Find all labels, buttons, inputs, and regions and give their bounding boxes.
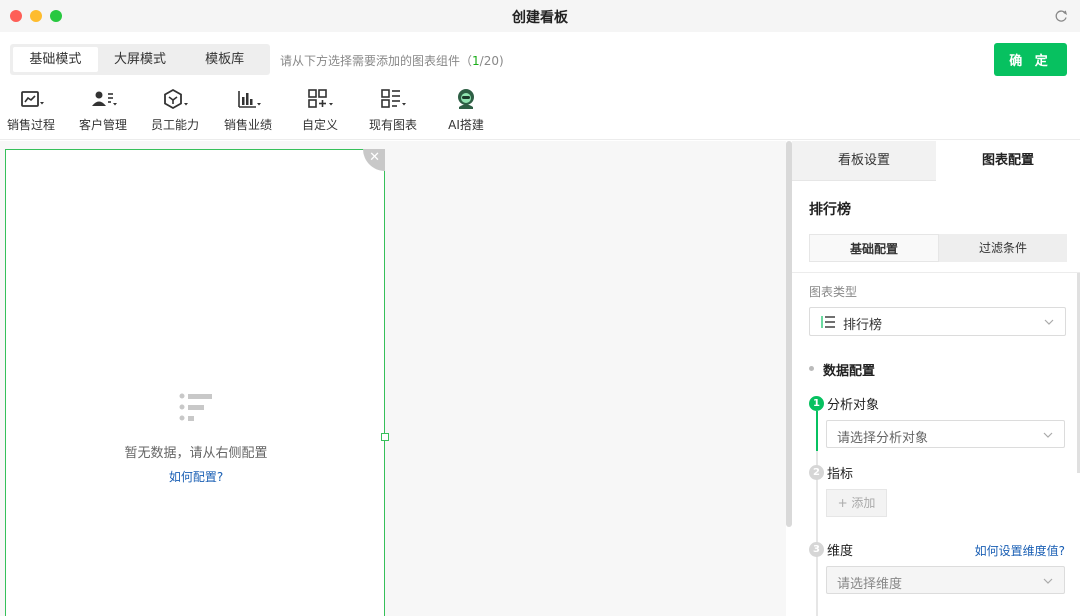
metric-label: 指标 xyxy=(827,467,854,482)
line-chart-icon xyxy=(21,91,44,107)
tab-board-settings[interactable]: 看板设置 xyxy=(792,141,936,181)
analysis-object-select[interactable]: 请选择分析对象 xyxy=(826,420,1065,448)
tool-existing-charts[interactable]: 现有图表 xyxy=(369,88,417,133)
config-subtabs: 基础配置 过滤条件 xyxy=(809,234,1067,262)
user-list-icon xyxy=(92,91,117,106)
chart-type-value: 排行榜 xyxy=(843,318,883,333)
tool-label: AI搭建 xyxy=(448,118,484,132)
steps-track-active xyxy=(816,411,818,451)
chart-title: 排行榜 xyxy=(809,202,851,218)
component-toolbar: 销售过程 客户管理 员工能力 销售业绩 自定义 现有图表 AI搭建 xyxy=(0,84,1080,140)
tab-template-library[interactable]: 模板库 xyxy=(182,47,267,72)
hint-suffix: /20) xyxy=(479,54,504,68)
subtab-filter-conditions[interactable]: 过滤条件 xyxy=(939,234,1067,262)
analysis-object-placeholder: 请选择分析对象 xyxy=(837,431,929,446)
title-bar: 创建看板 xyxy=(0,0,1080,32)
tab-basic-mode[interactable]: 基础模式 xyxy=(13,47,98,72)
tool-label: 员工能力 xyxy=(151,118,200,132)
tool-custom[interactable]: 自定义 xyxy=(298,88,342,133)
tool-label: 销售业绩 xyxy=(224,118,273,132)
tool-sales-performance[interactable]: 销售业绩 xyxy=(224,88,272,133)
window-title: 创建看板 xyxy=(512,10,568,26)
tool-label: 自定义 xyxy=(301,118,338,132)
close-widget-button[interactable]: ✕ xyxy=(363,149,385,171)
component-limit-hint: 请从下方选择需要添加的图表组件（1/20) xyxy=(280,52,504,69)
dimension-select[interactable]: 请选择维度 xyxy=(826,566,1065,594)
ranking-chart-widget[interactable]: ✕ 暂无数据，请从右侧配置 如何配置? xyxy=(5,149,389,616)
resize-handle[interactable] xyxy=(381,433,389,441)
analysis-object-label: 分析对象 xyxy=(827,398,880,413)
step-2-badge: 2 xyxy=(809,465,824,480)
dimension-placeholder: 请选择维度 xyxy=(837,577,903,592)
empty-data-icon xyxy=(179,393,212,421)
config-panel: 看板设置 图表配置 排行榜 基础配置 过滤条件 图表类型 排行榜 数据配置 1 … xyxy=(792,141,1080,616)
tab-big-screen-mode[interactable]: 大屏模式 xyxy=(98,47,183,72)
subtab-basic-config[interactable]: 基础配置 xyxy=(809,234,939,262)
divider xyxy=(792,272,1080,273)
empty-data-message: 暂无数据，请从右侧配置 xyxy=(124,446,268,461)
ai-avatar-icon xyxy=(458,89,474,109)
bar-chart-icon xyxy=(238,91,261,108)
chevron-down-icon xyxy=(1044,319,1054,325)
tool-label: 现有图表 xyxy=(369,118,418,132)
chevron-down-icon xyxy=(1043,578,1053,584)
chart-type-label: 图表类型 xyxy=(809,285,858,299)
tool-customer-management[interactable]: 客户管理 xyxy=(79,88,127,133)
tool-label: 客户管理 xyxy=(79,118,128,132)
hint-prefix: 请从下方选择需要添加的图表组件（ xyxy=(280,54,473,68)
step-3-badge: 3 xyxy=(809,542,824,557)
tool-label: 销售过程 xyxy=(7,118,56,132)
list-chart-icon xyxy=(381,89,406,108)
how-to-set-dimension-link[interactable]: 如何设置维度值? xyxy=(975,542,1065,559)
tab-chart-config[interactable]: 图表配置 xyxy=(936,141,1080,181)
dimension-label: 维度 xyxy=(827,544,854,559)
tool-employee-ability[interactable]: 员工能力 xyxy=(151,88,199,133)
hint-count: 1 xyxy=(472,54,480,68)
add-metric-button[interactable]: + 添加 xyxy=(826,489,887,517)
data-config-title: 数据配置 xyxy=(823,364,876,379)
step-1-badge: 1 xyxy=(809,396,824,411)
ranking-list-icon xyxy=(821,316,835,328)
hexagon-icon xyxy=(164,88,188,110)
how-to-configure-link[interactable]: 如何配置? xyxy=(6,468,386,485)
tool-sales-process[interactable]: 销售过程 xyxy=(7,88,55,133)
grid-add-icon xyxy=(308,89,333,108)
dashboard-canvas: ✕ 暂无数据，请从右侧配置 如何配置? xyxy=(0,141,786,616)
panel-tabs: 看板设置 图表配置 xyxy=(792,141,1080,181)
confirm-button[interactable]: 确 定 xyxy=(994,43,1067,76)
section-dot xyxy=(809,366,814,371)
chart-type-select[interactable]: 排行榜 xyxy=(809,307,1066,336)
refresh-icon[interactable] xyxy=(1054,9,1068,23)
mode-bar: 基础模式 大屏模式 模板库 请从下方选择需要添加的图表组件（1/20) 确 定 xyxy=(0,32,1080,84)
tool-ai-build[interactable]: AI搭建 xyxy=(446,88,486,133)
mode-tabs: 基础模式 大屏模式 模板库 xyxy=(10,44,270,75)
chevron-down-icon xyxy=(1043,432,1053,438)
